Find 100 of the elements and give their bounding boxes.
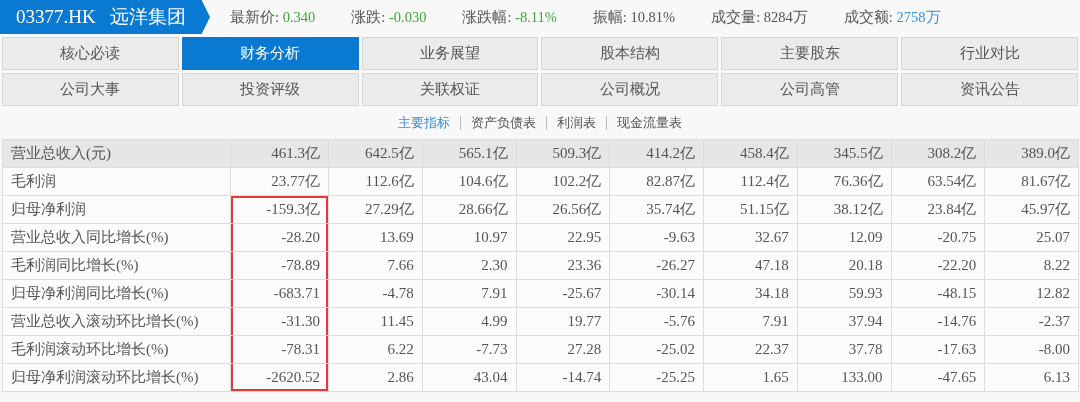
- table-cell: 7.66: [329, 252, 423, 280]
- table-cell: 34.18: [704, 280, 798, 308]
- nav-tab[interactable]: 投资评级: [181, 73, 359, 106]
- table-cell: -31.30: [231, 308, 329, 336]
- table-cell: -28.20: [231, 224, 329, 252]
- row-label: 归母净利润同比增长(%): [3, 280, 231, 308]
- row-label: 归母净利润: [3, 196, 231, 224]
- table-cell: 27.29亿: [329, 196, 423, 224]
- table-cell: -22.20: [891, 252, 986, 280]
- row-label: 毛利润滚动环比增长(%): [3, 336, 231, 364]
- table-cell: 4.99: [422, 308, 517, 336]
- table-cell: 458.4亿: [704, 140, 798, 168]
- table-cell: 23.77亿: [231, 168, 329, 196]
- table-cell: 19.77: [516, 308, 611, 336]
- row-label: 毛利润: [3, 168, 231, 196]
- nav-tab[interactable]: 财务分析: [181, 37, 359, 70]
- nav-tab[interactable]: 公司概况: [541, 73, 719, 106]
- table-cell: 28.66亿: [422, 196, 517, 224]
- nav-tab[interactable]: 关联权证: [361, 73, 539, 106]
- nav-tab[interactable]: 公司高管: [721, 73, 899, 106]
- table-cell: 25.07: [985, 224, 1079, 252]
- table-cell: 37.78: [797, 336, 892, 364]
- table-cell: 23.36: [516, 252, 611, 280]
- table-cell: -5.76: [610, 308, 704, 336]
- nav-tab[interactable]: 公司大事: [2, 73, 179, 106]
- report-link[interactable]: 资产负债表: [460, 116, 546, 130]
- table-cell: 59.93: [797, 280, 892, 308]
- table-cell: 22.95: [516, 224, 611, 252]
- table-cell: -20.75: [891, 224, 986, 252]
- table-cell: 461.3亿: [231, 140, 329, 168]
- row-label: 营业总收入同比增长(%): [3, 224, 231, 252]
- stat-label: 成交额:: [843, 8, 893, 25]
- table-cell: 565.1亿: [422, 140, 517, 168]
- table-cell: 2.30: [422, 252, 517, 280]
- row-label: 营业总收入(元): [3, 140, 231, 168]
- table-cell: 345.5亿: [797, 140, 892, 168]
- table-cell: -78.31: [231, 336, 329, 364]
- report-link[interactable]: 利润表: [546, 116, 606, 130]
- report-link[interactable]: 主要指标: [388, 116, 460, 130]
- nav-tab[interactable]: 核心必读: [2, 37, 179, 70]
- row-label: 毛利润同比增长(%): [3, 252, 231, 280]
- stat-label: 最新价:: [230, 8, 280, 25]
- table-cell: 2.86: [329, 364, 423, 392]
- table-cell: -47.65: [891, 364, 986, 392]
- table-cell: 12.82: [985, 280, 1079, 308]
- stat-value: 0.340: [282, 8, 316, 25]
- table-cell: -2.37: [985, 308, 1079, 336]
- nav-tab[interactable]: 资讯公告: [901, 73, 1078, 106]
- table-cell: -78.89: [231, 252, 329, 280]
- table-cell: 23.84亿: [891, 196, 986, 224]
- table-cell: 6.13: [985, 364, 1079, 392]
- table-cell: -14.76: [891, 308, 986, 336]
- stat-value: -8.11%: [515, 8, 557, 25]
- row-label: 营业总收入滚动环比增长(%): [3, 308, 231, 336]
- table-cell: 38.12亿: [797, 196, 892, 224]
- table-cell: 389.0亿: [985, 140, 1079, 168]
- table-cell: 51.15亿: [704, 196, 798, 224]
- nav-tab[interactable]: 行业对比: [901, 37, 1078, 70]
- stat-label: 振幅:: [592, 8, 627, 25]
- stock-code: 03377.HK: [16, 6, 96, 28]
- table-cell: -25.02: [610, 336, 704, 364]
- table-cell: 414.2亿: [610, 140, 704, 168]
- table-cell: 7.91: [422, 280, 517, 308]
- table-cell: 35.74亿: [610, 196, 704, 224]
- row-label: 归母净利润滚动环比增长(%): [3, 364, 231, 392]
- nav-tab[interactable]: 主要股东: [721, 37, 899, 70]
- table-cell: 308.2亿: [891, 140, 986, 168]
- table-cell: -683.71: [231, 280, 329, 308]
- table-cell: 45.97亿: [985, 196, 1079, 224]
- nav-tab[interactable]: 股本结构: [541, 37, 719, 70]
- table-cell: -25.25: [610, 364, 704, 392]
- table-cell: 20.18: [797, 252, 892, 280]
- table-cell: -7.73: [422, 336, 517, 364]
- report-link[interactable]: 现金流量表: [606, 116, 692, 130]
- table-cell: 1.65: [704, 364, 798, 392]
- table-cell: -30.14: [610, 280, 704, 308]
- stat-label: 涨跌:: [351, 8, 386, 25]
- table-cell: 76.36亿: [797, 168, 892, 196]
- table-cell: -4.78: [329, 280, 423, 308]
- table-cell: 104.6亿: [422, 168, 517, 196]
- table-cell: 8.22: [985, 252, 1079, 280]
- table-cell: 26.56亿: [516, 196, 611, 224]
- table-cell: -8.00: [985, 336, 1079, 364]
- table-cell: 112.6亿: [329, 168, 423, 196]
- table-cell: 47.18: [704, 252, 798, 280]
- table-cell: -9.63: [610, 224, 704, 252]
- table-cell: 82.87亿: [610, 168, 704, 196]
- stat-label: 涨跌幅:: [462, 8, 512, 25]
- table-cell: -48.15: [891, 280, 986, 308]
- table-cell: 37.94: [797, 308, 892, 336]
- stat-value: -0.030: [388, 8, 427, 25]
- table-cell: 81.67亿: [985, 168, 1079, 196]
- table-cell: 642.5亿: [329, 140, 423, 168]
- table-cell: 22.37: [704, 336, 798, 364]
- table-cell: 10.97: [422, 224, 517, 252]
- table-cell: 63.54亿: [891, 168, 986, 196]
- table-cell: 6.22: [329, 336, 423, 364]
- stat-value: 10.81%: [630, 8, 676, 25]
- nav-tab[interactable]: 业务展望: [361, 37, 539, 70]
- table-cell: 7.91: [704, 308, 798, 336]
